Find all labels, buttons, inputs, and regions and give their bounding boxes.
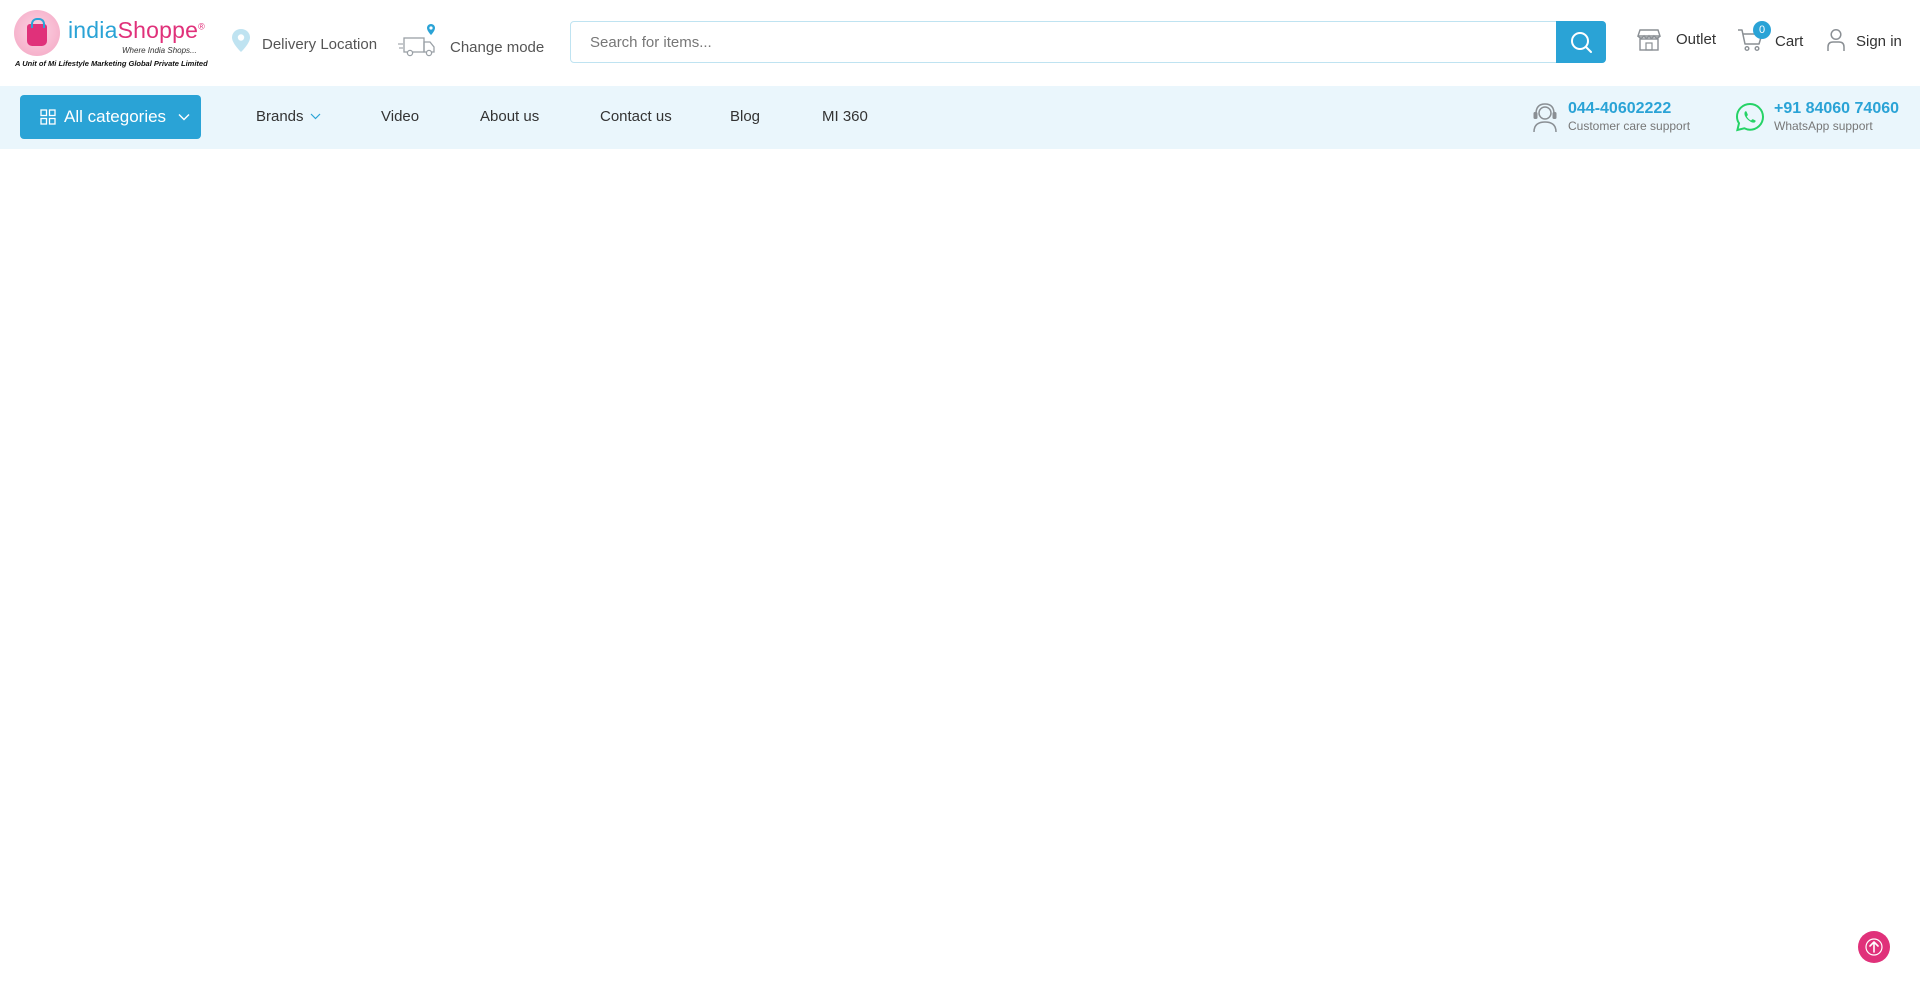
whatsapp-number: +91 84060 74060 <box>1774 100 1900 117</box>
all-categories-label: All categories <box>64 107 167 126</box>
customer-care-label: Customer care support <box>1568 119 1691 133</box>
nav-link-label: Contact us <box>600 108 672 125</box>
scroll-to-top-button[interactable] <box>1858 931 1890 963</box>
delivery-location-label: Delivery Location <box>262 35 378 53</box>
nav-bar: All categories Brands Video About us Con… <box>0 86 1920 149</box>
nav-link-label: Brands <box>256 108 304 125</box>
logo-mark <box>14 10 60 56</box>
nav-link-contact-us[interactable]: Contact us <box>600 108 672 125</box>
delivery-location-button[interactable]: Delivery Location <box>230 28 377 54</box>
cart-button[interactable]: 0 Cart <box>1737 21 1804 52</box>
nav-link-label: Blog <box>730 108 761 125</box>
customer-care-number: 044-40602222 <box>1568 100 1672 117</box>
chevron-down-icon <box>178 114 190 121</box>
logo-registered-mark: ® <box>198 21 205 32</box>
search-icon <box>1571 32 1592 53</box>
location-pin-icon <box>232 29 250 52</box>
change-mode-button[interactable]: Change mode <box>398 22 544 60</box>
search-button[interactable] <box>1556 21 1606 63</box>
store-icon <box>1637 29 1661 51</box>
nav-link-brands[interactable]: Brands <box>256 108 321 125</box>
whatsapp-icon <box>1735 102 1765 132</box>
nav-link-about-us[interactable]: About us <box>480 108 539 125</box>
chevron-down-icon <box>310 113 320 120</box>
delivery-truck-icon <box>398 24 435 57</box>
cart-count-badge: 0 <box>1753 21 1771 39</box>
logo[interactable]: indiaShoppe® Where India Shops... A Unit… <box>14 10 208 70</box>
nav-link-label: About us <box>480 108 540 125</box>
logo-name-part2: Shoppe <box>117 17 199 43</box>
outlet-link[interactable]: Outlet <box>1636 28 1716 52</box>
whatsapp-label: WhatsApp support <box>1774 119 1873 133</box>
user-icon <box>1827 28 1845 51</box>
nav-link-label: Video <box>381 108 420 125</box>
cart-label: Cart <box>1775 32 1804 50</box>
all-categories-button[interactable]: All categories <box>20 95 201 139</box>
search-bar <box>570 21 1606 63</box>
nav-link-mi360[interactable]: MI 360 <box>822 108 868 125</box>
headset-icon <box>1533 103 1557 133</box>
logo-name-part1: india <box>68 17 118 43</box>
whatsapp-texts: +91 84060 74060 WhatsApp support <box>1774 100 1899 134</box>
nav-link-blog[interactable]: Blog <box>730 108 760 125</box>
whatsapp-support[interactable]: +91 84060 74060 WhatsApp support <box>1734 100 1899 134</box>
logo-wordmark: indiaShoppe® <box>68 17 205 44</box>
site-header: indiaShoppe® Where India Shops... A Unit… <box>0 0 1920 86</box>
grid-icon <box>40 109 56 125</box>
search-input[interactable] <box>571 22 1557 62</box>
outlet-label: Outlet <box>1676 30 1717 48</box>
logo-unit-text: A Unit of Mi Lifestyle Marketing Global … <box>15 59 208 68</box>
customer-care-texts: 044-40602222 Customer care support <box>1568 100 1690 134</box>
nav-link-video[interactable]: Video <box>381 108 419 125</box>
arrow-up-icon <box>1865 938 1883 956</box>
customer-care-support[interactable]: 044-40602222 Customer care support <box>1530 100 1690 134</box>
sign-in-button[interactable]: Sign in <box>1826 28 1902 52</box>
sign-in-label: Sign in <box>1856 32 1902 50</box>
change-mode-label: Change mode <box>450 38 545 56</box>
nav-link-label: MI 360 <box>822 108 868 125</box>
shopping-bag-icon <box>27 18 47 46</box>
logo-tagline: Where India Shops... <box>122 46 197 55</box>
